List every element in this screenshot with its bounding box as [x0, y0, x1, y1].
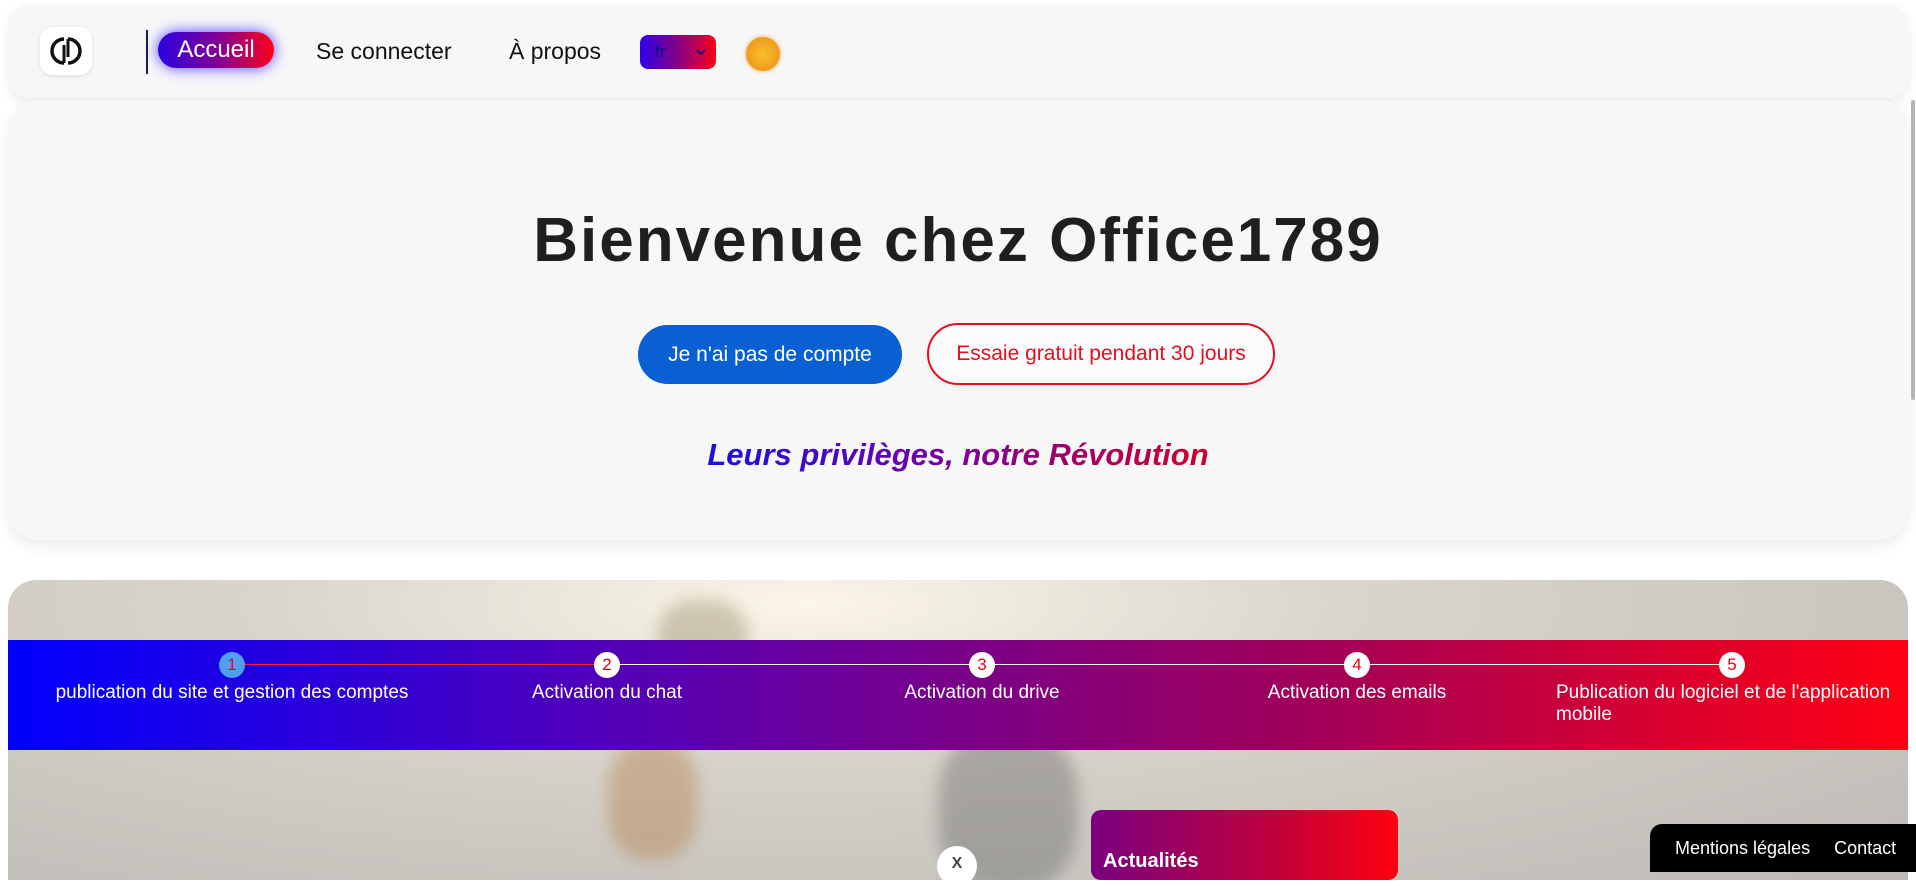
- step-label: Activation du chat: [532, 682, 682, 703]
- page-title: Bienvenue chez Office1789: [533, 206, 1383, 275]
- step-number: 4: [1344, 652, 1370, 678]
- roadmap-step: 4 Activation des emails: [1177, 652, 1537, 704]
- nav-home-link[interactable]: Accueil: [158, 32, 274, 68]
- step-number: 3: [969, 652, 995, 678]
- language-select[interactable]: fr: [640, 35, 716, 69]
- hero-section: [8, 100, 1908, 540]
- no-account-button[interactable]: Je n'ai pas de compte: [638, 325, 902, 384]
- step-label: publication du site et gestion des compt…: [55, 682, 409, 703]
- background-image-detail: [608, 740, 698, 860]
- step-number: 2: [594, 652, 620, 678]
- free-trial-button[interactable]: Essaie gratuit pendant 30 jours: [927, 323, 1275, 385]
- tagline-text: Leurs privilèges, notre Révolution: [707, 437, 1209, 472]
- step-number: 1: [219, 652, 245, 678]
- step-number: 5: [1719, 652, 1745, 678]
- nav-about-link[interactable]: À propos: [509, 38, 601, 65]
- chevron-down-icon: [696, 49, 706, 56]
- nav-divider: [146, 30, 148, 74]
- language-value: fr: [655, 42, 666, 61]
- step-label: Publication du logiciel et de l'applicat…: [1556, 682, 1891, 725]
- roadmap-timeline: 1 publication du site et gestion des com…: [8, 640, 1908, 750]
- office1789-logo-icon[interactable]: [40, 27, 92, 75]
- roadmap-step: 1 publication du site et gestion des com…: [52, 652, 412, 704]
- close-icon[interactable]: X: [937, 846, 977, 886]
- close-label: X: [951, 855, 963, 872]
- roadmap-step: 3 Activation du drive: [802, 652, 1162, 704]
- news-title: Actualités: [1103, 850, 1199, 872]
- step-label: Activation du drive: [904, 682, 1060, 703]
- page-scrollbar[interactable]: [1911, 100, 1915, 400]
- top-navbar: [8, 4, 1908, 98]
- logo-symbol: [50, 37, 82, 65]
- roadmap-step: 2 Activation du chat: [427, 652, 787, 704]
- contact-link[interactable]: Contact: [1834, 838, 1896, 859]
- nav-login-link[interactable]: Se connecter: [316, 38, 452, 65]
- sun-icon[interactable]: [746, 37, 780, 71]
- news-card[interactable]: Actualités: [1091, 810, 1398, 880]
- tagline: Leurs privilèges, notre Révolution: [0, 437, 1916, 473]
- roadmap-step: 5 Publication du logiciel et de l'applic…: [1552, 652, 1912, 726]
- legal-notice-link[interactable]: Mentions légales: [1675, 838, 1810, 859]
- step-label: Activation des emails: [1267, 682, 1447, 703]
